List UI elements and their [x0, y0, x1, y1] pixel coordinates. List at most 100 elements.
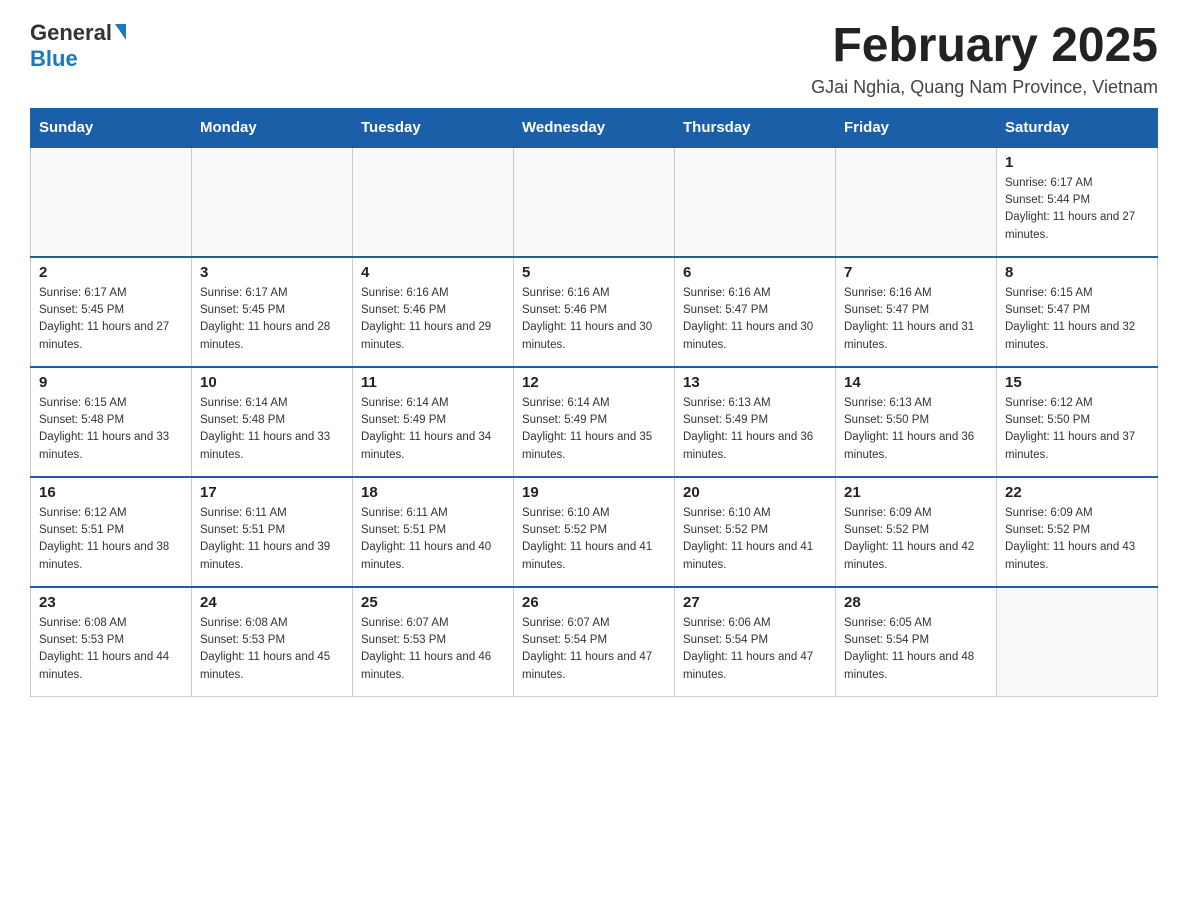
day-number: 10 — [200, 374, 344, 391]
day-info: Sunrise: 6:08 AMSunset: 5:53 PMDaylight:… — [200, 615, 344, 684]
day-info: Sunrise: 6:14 AMSunset: 5:49 PMDaylight:… — [361, 395, 505, 464]
day-number: 16 — [39, 484, 183, 501]
weekday-header-monday: Monday — [192, 108, 353, 147]
day-number: 24 — [200, 594, 344, 611]
day-number: 5 — [522, 264, 666, 281]
calendar-cell: 12Sunrise: 6:14 AMSunset: 5:49 PMDayligh… — [514, 367, 675, 477]
calendar-cell — [31, 147, 192, 257]
calendar-cell: 5 Sunrise: 6:16 AMSunset: 5:46 PMDaylight… — [514, 257, 675, 367]
day-info: Sunrise: 6:06 AMSunset: 5:54 PMDaylight:… — [683, 615, 827, 684]
day-info: Sunrise: 6:08 AMSunset: 5:53 PMDaylight:… — [39, 615, 183, 684]
weekday-header-saturday: Saturday — [997, 108, 1158, 147]
calendar-cell — [997, 587, 1158, 697]
day-info: Sunrise: 6:11 AMSunset: 5:51 PMDaylight:… — [361, 505, 505, 574]
calendar-header-row: SundayMondayTuesdayWednesdayThursdayFrid… — [31, 108, 1158, 147]
day-info: Sunrise: 6:17 AMSunset: 5:45 PMDaylight:… — [200, 285, 344, 354]
day-number: 22 — [1005, 484, 1149, 501]
day-number: 18 — [361, 484, 505, 501]
calendar-cell — [836, 147, 997, 257]
weekday-header-thursday: Thursday — [675, 108, 836, 147]
calendar-cell: 22 Sunrise: 6:09 AMSunset: 5:52 PMDayligh… — [997, 477, 1158, 587]
calendar-cell: 25Sunrise: 6:07 AMSunset: 5:53 PMDayligh… — [353, 587, 514, 697]
weekday-header-tuesday: Tuesday — [353, 108, 514, 147]
calendar-cell — [353, 147, 514, 257]
day-number: 17 — [200, 484, 344, 501]
day-number: 15 — [1005, 374, 1149, 391]
day-info: Sunrise: 6:15 AMSunset: 5:47 PMDaylight:… — [1005, 285, 1149, 354]
calendar-cell: 14 Sunrise: 6:13 AMSunset: 5:50 PMDayligh… — [836, 367, 997, 477]
calendar-cell: 21Sunrise: 6:09 AMSunset: 5:52 PMDayligh… — [836, 477, 997, 587]
logo: General Blue — [30, 20, 126, 72]
day-info: Sunrise: 6:17 AMSunset: 5:45 PMDaylight:… — [39, 285, 183, 354]
week-row-4: 16 Sunrise: 6:12 AMSunset: 5:51 PMDayligh… — [31, 477, 1158, 587]
calendar-cell: 8 Sunrise: 6:15 AMSunset: 5:47 PMDaylight… — [997, 257, 1158, 367]
calendar-cell — [514, 147, 675, 257]
day-number: 27 — [683, 594, 827, 611]
week-row-2: 2 Sunrise: 6:17 AMSunset: 5:45 PMDaylight… — [31, 257, 1158, 367]
day-info: Sunrise: 6:12 AMSunset: 5:50 PMDaylight:… — [1005, 395, 1149, 464]
week-row-3: 9Sunrise: 6:15 AMSunset: 5:48 PMDaylight… — [31, 367, 1158, 477]
day-info: Sunrise: 6:16 AMSunset: 5:46 PMDaylight:… — [361, 285, 505, 354]
week-row-1: 1 Sunrise: 6:17 AMSunset: 5:44 PMDaylight… — [31, 147, 1158, 257]
day-number: 19 — [522, 484, 666, 501]
calendar-cell: 6 Sunrise: 6:16 AMSunset: 5:47 PMDaylight… — [675, 257, 836, 367]
day-info: Sunrise: 6:11 AMSunset: 5:51 PMDaylight:… — [200, 505, 344, 574]
day-number: 9 — [39, 374, 183, 391]
day-info: Sunrise: 6:13 AMSunset: 5:49 PMDaylight:… — [683, 395, 827, 464]
day-number: 14 — [844, 374, 988, 391]
day-info: Sunrise: 6:09 AMSunset: 5:52 PMDaylight:… — [1005, 505, 1149, 574]
calendar-cell — [192, 147, 353, 257]
page-header: General Blue February 2025 GJai Nghia, Q… — [30, 20, 1158, 98]
day-number: 21 — [844, 484, 988, 501]
day-info: Sunrise: 6:10 AMSunset: 5:52 PMDaylight:… — [522, 505, 666, 574]
calendar-cell: 24 Sunrise: 6:08 AMSunset: 5:53 PMDayligh… — [192, 587, 353, 697]
day-number: 6 — [683, 264, 827, 281]
location-text: GJai Nghia, Quang Nam Province, Vietnam — [811, 77, 1158, 98]
day-number: 11 — [361, 374, 505, 391]
day-info: Sunrise: 6:12 AMSunset: 5:51 PMDaylight:… — [39, 505, 183, 574]
day-number: 7 — [844, 264, 988, 281]
calendar-cell: 7 Sunrise: 6:16 AMSunset: 5:47 PMDaylight… — [836, 257, 997, 367]
day-info: Sunrise: 6:16 AMSunset: 5:47 PMDaylight:… — [683, 285, 827, 354]
calendar-cell: 10Sunrise: 6:14 AMSunset: 5:48 PMDayligh… — [192, 367, 353, 477]
day-info: Sunrise: 6:17 AMSunset: 5:44 PMDaylight:… — [1005, 175, 1149, 244]
calendar-cell: 13 Sunrise: 6:13 AMSunset: 5:49 PMDayligh… — [675, 367, 836, 477]
day-info: Sunrise: 6:05 AMSunset: 5:54 PMDaylight:… — [844, 615, 988, 684]
weekday-header-friday: Friday — [836, 108, 997, 147]
calendar-cell: 9Sunrise: 6:15 AMSunset: 5:48 PMDaylight… — [31, 367, 192, 477]
day-number: 8 — [1005, 264, 1149, 281]
logo-blue-text: Blue — [30, 46, 78, 72]
calendar-table: SundayMondayTuesdayWednesdayThursdayFrid… — [30, 108, 1158, 698]
week-row-5: 23Sunrise: 6:08 AMSunset: 5:53 PMDayligh… — [31, 587, 1158, 697]
calendar-cell: 27 Sunrise: 6:06 AMSunset: 5:54 PMDayligh… — [675, 587, 836, 697]
calendar-cell: 19 Sunrise: 6:10 AMSunset: 5:52 PMDayligh… — [514, 477, 675, 587]
day-info: Sunrise: 6:10 AMSunset: 5:52 PMDaylight:… — [683, 505, 827, 574]
calendar-cell: 16 Sunrise: 6:12 AMSunset: 5:51 PMDayligh… — [31, 477, 192, 587]
calendar-cell: 23Sunrise: 6:08 AMSunset: 5:53 PMDayligh… — [31, 587, 192, 697]
calendar-cell — [675, 147, 836, 257]
day-number: 13 — [683, 374, 827, 391]
day-number: 4 — [361, 264, 505, 281]
title-block: February 2025 GJai Nghia, Quang Nam Prov… — [811, 20, 1158, 98]
calendar-cell: 26Sunrise: 6:07 AMSunset: 5:54 PMDayligh… — [514, 587, 675, 697]
logo-general-text: General — [30, 20, 112, 46]
day-number: 2 — [39, 264, 183, 281]
calendar-cell: 20 Sunrise: 6:10 AMSunset: 5:52 PMDayligh… — [675, 477, 836, 587]
day-number: 20 — [683, 484, 827, 501]
logo-triangle-icon — [115, 24, 126, 40]
day-number: 1 — [1005, 154, 1149, 171]
calendar-cell: 28 Sunrise: 6:05 AMSunset: 5:54 PMDayligh… — [836, 587, 997, 697]
day-number: 25 — [361, 594, 505, 611]
calendar-cell: 17 Sunrise: 6:11 AMSunset: 5:51 PMDayligh… — [192, 477, 353, 587]
day-number: 3 — [200, 264, 344, 281]
day-info: Sunrise: 6:16 AMSunset: 5:46 PMDaylight:… — [522, 285, 666, 354]
calendar-cell: 3 Sunrise: 6:17 AMSunset: 5:45 PMDaylight… — [192, 257, 353, 367]
day-info: Sunrise: 6:13 AMSunset: 5:50 PMDaylight:… — [844, 395, 988, 464]
calendar-cell: 1 Sunrise: 6:17 AMSunset: 5:44 PMDaylight… — [997, 147, 1158, 257]
day-number: 28 — [844, 594, 988, 611]
day-info: Sunrise: 6:16 AMSunset: 5:47 PMDaylight:… — [844, 285, 988, 354]
calendar-cell: 18 Sunrise: 6:11 AMSunset: 5:51 PMDayligh… — [353, 477, 514, 587]
calendar-cell: 4 Sunrise: 6:16 AMSunset: 5:46 PMDaylight… — [353, 257, 514, 367]
calendar-cell: 11 Sunrise: 6:14 AMSunset: 5:49 PMDayligh… — [353, 367, 514, 477]
day-number: 12 — [522, 374, 666, 391]
